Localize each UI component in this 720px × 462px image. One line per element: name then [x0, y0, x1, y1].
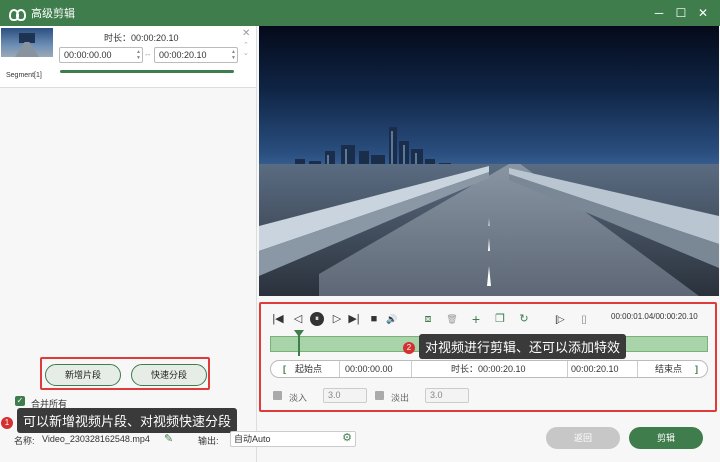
segment-label: Segment[1]: [6, 72, 42, 79]
end-icon[interactable]: ▶|: [347, 312, 361, 326]
pause-icon[interactable]: ⏸: [310, 312, 324, 326]
add-segment-button[interactable]: 新增片段: [45, 364, 121, 386]
start-bracket-icon[interactable]: [: [283, 361, 286, 377]
file-name: Video_230328162548.mp4: [42, 434, 150, 444]
bottom-bar: 名称: Video_230328162548.mp4 ✎ 输出: 自动Auto …: [0, 418, 720, 462]
back-button[interactable]: 返回: [546, 427, 620, 449]
tip-number-2: 2: [403, 342, 415, 354]
segment-start-input[interactable]: 00:00:00.00 ▲ ▼: [59, 47, 143, 63]
move-up-icon[interactable]: ⌃: [243, 42, 249, 49]
title-bar: 高级剪辑 ─ ☐ ✕: [0, 0, 720, 26]
set-start-button[interactable]: 起始点: [295, 361, 322, 377]
duration-display: 时长：00:00:20.10: [451, 364, 526, 374]
window-title: 高级剪辑: [31, 8, 75, 20]
fade-in-input[interactable]: 3.0: [323, 388, 367, 403]
fade-in-label: 淡入: [289, 393, 308, 403]
rotate-icon[interactable]: ↻: [517, 312, 531, 326]
copy-icon[interactable]: ❐: [493, 312, 507, 326]
fade-out-input[interactable]: 3.0: [425, 388, 469, 403]
editing-controls: |◀ ◁ ⏸ ▷ ▶| ■ 🔊 ⧈ 🗑 + ❐ ↻ [▷ [] 00:00:01…: [259, 302, 717, 412]
editor-panel: |◀ ◁ ⏸ ▷ ▶| ■ 🔊 ⧈ 🗑 + ❐ ↻ [▷ [] 00:00:01…: [256, 26, 720, 462]
tooltip-2: 对视频进行剪辑、还可以添加特效: [419, 334, 627, 359]
mark-in-icon[interactable]: [▷: [553, 312, 567, 326]
set-end-button[interactable]: 结束点: [655, 361, 682, 377]
merge-checkbox[interactable]: ✓: [15, 396, 25, 406]
video-preview[interactable]: [259, 26, 719, 296]
fade-in-checkbox[interactable]: [273, 391, 282, 400]
move-down-icon[interactable]: ⌄: [243, 50, 249, 57]
app-logo-icon: [9, 7, 26, 21]
output-select[interactable]: 自动Auto ⚙: [230, 431, 356, 447]
end-bracket-icon[interactable]: ]: [695, 361, 698, 377]
start-icon[interactable]: |◀: [271, 312, 285, 326]
segment-end-input[interactable]: 00:00:20.10 ▲ ▼: [154, 47, 238, 63]
fade-out-label: 淡出: [391, 393, 410, 403]
playhead-handle[interactable]: [294, 330, 304, 356]
close-button[interactable]: ✕: [694, 4, 712, 22]
stop-icon[interactable]: ■: [367, 312, 381, 326]
playback-time: 00:00:01.04/00:00:20.10: [611, 312, 698, 321]
segment-item[interactable]: Segment[1] 时长：00:00:20.10 00:00:00.00 ▲ ▼…: [0, 26, 256, 88]
name-label: 名称:: [14, 436, 35, 446]
output-label: 输出:: [198, 436, 219, 446]
add-icon[interactable]: +: [469, 312, 483, 326]
segment-range-bar: [60, 70, 234, 73]
points-row: [ 起始点 00:00:00.00 时长：00:00:20.10 00:00:2…: [270, 360, 708, 378]
delete-icon[interactable]: 🗑: [445, 312, 459, 326]
end-time-input[interactable]: 00:00:20.10: [571, 361, 619, 377]
spinner-icon[interactable]: ▲ ▼: [231, 49, 236, 61]
start-time-input[interactable]: 00:00:00.00: [345, 361, 393, 377]
segment-thumbnail[interactable]: [1, 28, 53, 57]
minimize-button[interactable]: ─: [650, 4, 668, 22]
guard-rail: [259, 166, 719, 286]
segment-delete-icon[interactable]: ✕: [242, 28, 250, 39]
prev-frame-icon[interactable]: ◁: [291, 312, 305, 326]
mark-out-icon[interactable]: []: [577, 312, 591, 326]
segment-duration: 时长：00:00:20.10: [104, 33, 179, 43]
volume-icon[interactable]: 🔊: [385, 312, 399, 326]
time-separator: --: [145, 50, 151, 59]
split-icon[interactable]: ⧈: [421, 312, 435, 326]
edit-name-icon[interactable]: ✎: [164, 432, 173, 445]
quick-split-button[interactable]: 快速分段: [131, 364, 207, 386]
maximize-button[interactable]: ☐: [672, 4, 690, 22]
settings-gear-icon[interactable]: ⚙: [342, 431, 352, 445]
spinner-icon[interactable]: ▲ ▼: [136, 49, 141, 61]
segment-panel: Segment[1] 时长：00:00:20.10 00:00:00.00 ▲ ▼…: [0, 26, 256, 462]
next-frame-icon[interactable]: ▷: [330, 312, 344, 326]
cut-button[interactable]: 剪辑: [629, 427, 703, 449]
fade-out-checkbox[interactable]: [375, 391, 384, 400]
